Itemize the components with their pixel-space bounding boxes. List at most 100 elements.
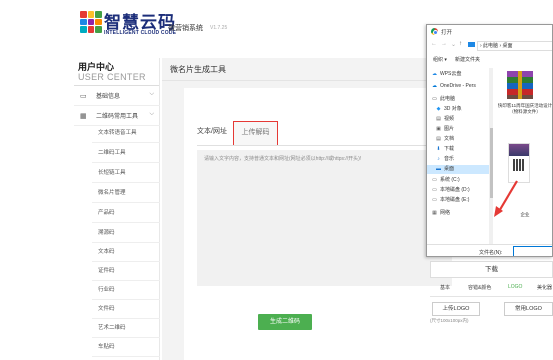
dialog-title: 打开	[441, 30, 453, 36]
logo-square	[80, 18, 87, 26]
picture-icon: ▣	[436, 126, 441, 132]
chrome-icon	[431, 28, 438, 35]
network-icon: ▦	[432, 210, 437, 216]
sidebar-group-label: 二维码常用工具	[96, 114, 139, 120]
divider	[197, 145, 452, 146]
nav-item-label: 音乐	[444, 156, 455, 162]
sidebar-item-industry-code[interactable]: 行业码	[92, 281, 160, 300]
filename-label: 文件名(N):	[479, 250, 503, 256]
dialog-toolbar: 组织 ▾ 新建文件夹	[427, 54, 552, 66]
filename-input[interactable]	[513, 246, 552, 256]
cube-icon: ◆	[436, 106, 441, 112]
tab-text-url[interactable]: 文本/网址	[197, 126, 227, 136]
download-icon: ⬇	[436, 146, 441, 152]
logo-square	[80, 26, 87, 33]
download-button[interactable]: 下载	[430, 261, 553, 278]
logo-size-note: (尺寸100x100px内)	[430, 318, 469, 323]
file-name[interactable]: 快印客11周年国庆活动设计（物料源文件）	[497, 103, 552, 115]
nav-item-cube[interactable]: ◆ 3D 对象	[435, 105, 462, 114]
divider	[430, 296, 553, 297]
sidebar-item-art-qr[interactable]: 艺术二维码	[92, 319, 160, 338]
system-name: 微营销系统	[168, 25, 203, 32]
textarea-placeholder: 请输入文字内容，支持普通文本和网址(网址必须以http://或https://开…	[204, 156, 362, 162]
sidebar-item-tts[interactable]: 文本转语音工具	[92, 124, 160, 143]
common-logo-button[interactable]: 常用LOGO	[504, 302, 553, 316]
nav-item-label: 视频	[444, 116, 455, 122]
document-icon: ▤	[436, 136, 441, 142]
logo-square	[87, 18, 95, 26]
tab-upload-decode[interactable]: 上传解码	[233, 121, 278, 146]
tab-beautify[interactable]: 美化器	[537, 284, 552, 291]
upload-logo-button[interactable]: 上传LOGO	[432, 302, 480, 316]
back-arrow-icon[interactable]: ←	[431, 41, 437, 47]
tab-basic[interactable]: 基本	[440, 284, 450, 291]
nav-item-document[interactable]: ▤ 文档	[435, 135, 454, 144]
sidebar-item-product-code[interactable]: 产品码	[92, 204, 160, 223]
logo-square	[87, 26, 95, 33]
nav-item-label: 本地磁盘 (E:)	[440, 197, 470, 203]
page-title: 微名片生成工具	[170, 65, 226, 74]
nav-item-label: WPS云盘	[440, 71, 462, 77]
sidebar-item-car-code[interactable]: 车贴码	[92, 338, 160, 357]
nav-item-pc[interactable]: ▭ 此电脑	[431, 95, 455, 104]
sidebar: 用户中心 USER CENTER ▭ 基础信息 ⌵ ▦ 二维码常用工具 ⌵ 文本…	[74, 58, 160, 360]
strap	[518, 71, 522, 99]
nav-item-drive[interactable]: ▭ 本地磁盘 (D:)	[431, 186, 470, 195]
sidebar-group-qr-tools[interactable]: ▦ 二维码常用工具 ⌵	[74, 106, 160, 126]
sidebar-item-short-link[interactable]: 长短链工具	[92, 164, 160, 183]
music-icon: ♪	[437, 156, 440, 162]
sidebar-item-id-code[interactable]: 证件码	[92, 262, 160, 281]
nav-item-music[interactable]: ♪ 音乐	[435, 155, 454, 164]
nav-item-drive[interactable]: ▭ 系统 (C:)	[431, 176, 460, 185]
chevron-down-icon[interactable]: ⌄	[451, 41, 456, 48]
onedrive-icon: ☁	[432, 83, 437, 89]
system-version: V1.7.25	[210, 25, 228, 31]
nav-item-label: 系统 (C:)	[440, 177, 460, 183]
nav-item-video[interactable]: ▤ 视频	[435, 115, 454, 124]
nav-item-label: 3D 对象	[444, 106, 462, 112]
generate-qr-button[interactable]: 生成二维码	[258, 314, 312, 330]
drive-icon: ▭	[432, 197, 437, 203]
sidebar-item-trace-code[interactable]: 溯源码	[92, 224, 160, 243]
nav-item-download[interactable]: ⬇ 下载	[435, 145, 454, 154]
sidebar-item-file-code[interactable]: 文件码	[92, 300, 160, 319]
brand-subtitle: INTELLIGENT CLOUD CODE	[104, 30, 177, 36]
sidebar-item-qr-tool[interactable]: 二维码工具	[92, 144, 160, 163]
sidebar-item-text-code[interactable]: 文本码	[92, 243, 160, 262]
cloud-icon: ☁	[432, 71, 437, 77]
nav-item-label: 此电脑	[440, 96, 456, 102]
new-folder-button[interactable]: 新建文件夹	[455, 56, 480, 63]
image-file-icon[interactable]	[508, 143, 530, 183]
up-arrow-icon[interactable]: ↑	[459, 41, 462, 47]
chevron-down-icon: ⌵	[149, 91, 154, 97]
user-center-heading: 用户中心 USER CENTER	[78, 62, 146, 82]
sidebar-item-card-manage[interactable]: 微名片管理	[92, 184, 160, 203]
logo-square	[95, 11, 102, 18]
nav-item-cloud[interactable]: ☁ WPS云盘	[431, 70, 461, 79]
drive-icon: ▭	[432, 187, 437, 193]
logo-square	[80, 11, 87, 18]
logo-square	[95, 26, 102, 33]
logo-square	[95, 18, 102, 26]
chevron-down-icon: ⌵	[149, 111, 154, 117]
nav-item-label: 本地磁盘 (D:)	[440, 187, 470, 193]
content-textarea[interactable]: 请输入文字内容，支持普通文本和网址(网址必须以http://或https://开…	[197, 150, 452, 286]
tab-logo[interactable]: LOGO	[508, 284, 522, 290]
nav-item-drive[interactable]: ▭ 本地磁盘 (E:)	[431, 196, 469, 205]
nav-item-desktop[interactable]: ▬ 桌面	[427, 165, 489, 174]
pc-icon	[468, 42, 475, 47]
organize-button[interactable]: 组织 ▾	[433, 56, 447, 63]
video-icon: ▤	[436, 116, 441, 122]
winrar-archive-icon[interactable]	[507, 71, 533, 99]
monitor-icon: ▭	[80, 93, 87, 100]
pc-icon: ▭	[432, 96, 437, 102]
logo-square	[87, 11, 95, 18]
tab-error-color[interactable]: 容错&颜色	[468, 284, 491, 291]
drive-icon: ▭	[432, 177, 437, 183]
nav-item-picture[interactable]: ▣ 图片	[435, 125, 454, 134]
forward-arrow-icon[interactable]: →	[441, 41, 447, 47]
sidebar-group-basic-info[interactable]: ▭ 基础信息 ⌵	[74, 86, 160, 106]
nav-item-network[interactable]: ▦ 网络	[431, 209, 450, 218]
address-bar[interactable]: › 此电脑 › 桌面	[477, 41, 552, 51]
nav-item-onedrive[interactable]: ☁ OneDrive - Pers	[431, 82, 476, 91]
